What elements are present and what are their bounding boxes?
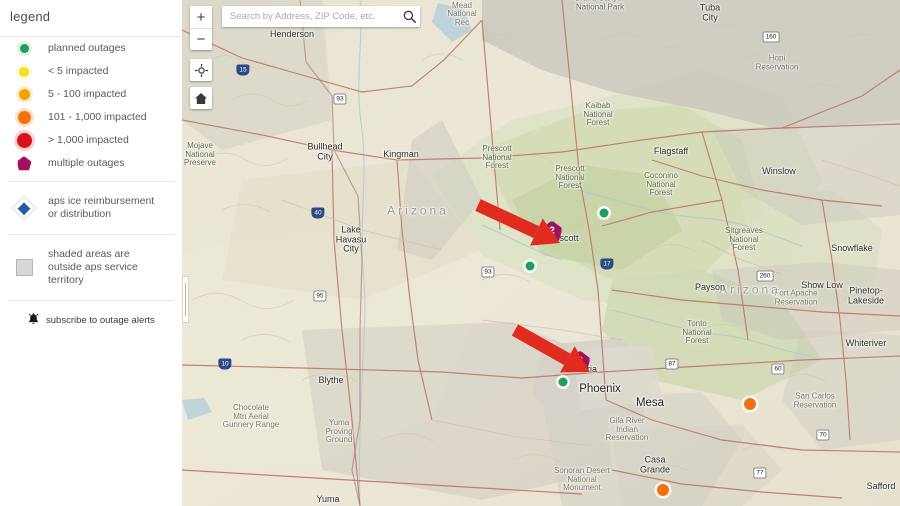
impacted-gt-1000-icon xyxy=(0,130,48,151)
legend-item-planned-outages[interactable]: planned outages xyxy=(0,37,182,60)
impacted-101-1000-icon xyxy=(0,108,48,127)
lt-5-impacted-icon xyxy=(0,63,48,80)
legend-item-label: shaded areas are outside aps service ter… xyxy=(48,248,138,286)
road-shield: 260 xyxy=(756,270,774,282)
search-input[interactable] xyxy=(222,11,398,22)
multiple-outages-icon xyxy=(0,156,48,171)
multiple-outages-icon: 2 xyxy=(541,220,563,242)
legend-item-label: planned outages xyxy=(48,42,126,54)
impacted-5-100-icon xyxy=(744,398,756,410)
impacted-5-100-icon xyxy=(657,484,669,496)
planned-outages-icon xyxy=(0,41,48,56)
zoom-controls: + − xyxy=(190,6,212,50)
road-shield: 95 xyxy=(313,290,327,302)
outage-marker-impacted-5-100[interactable] xyxy=(657,484,669,496)
road-shield: 10 xyxy=(218,358,232,370)
legend-item-shaded-areas: shaded areas are outside aps service ter… xyxy=(0,241,182,294)
legend-item-label: 5 - 100 impacted xyxy=(48,88,127,100)
legend-item-label: > 1,000 impacted xyxy=(48,134,129,146)
legend-item-5-100-impacted[interactable]: 5 - 100 impacted xyxy=(0,83,182,106)
planned-icon xyxy=(599,208,609,218)
outage-marker-multiple[interactable]: 2 xyxy=(569,350,591,372)
legend-item-gt-1000-impacted[interactable]: > 1,000 impacted xyxy=(0,129,182,152)
legend-divider xyxy=(8,234,174,235)
outage-marker-planned[interactable] xyxy=(525,261,535,271)
map-pan-handle[interactable] xyxy=(182,276,189,323)
planned-icon xyxy=(525,261,535,271)
legend-item-label: multiple outages xyxy=(48,157,125,169)
locate-button[interactable] xyxy=(190,59,212,81)
impacted-5-100-icon xyxy=(0,86,48,103)
subscribe-label: subscribe to outage alerts xyxy=(46,315,155,326)
legend-item-label: < 5 impacted xyxy=(48,65,109,77)
multiple-outages-icon: 2 xyxy=(569,350,591,372)
planned-icon xyxy=(558,377,568,387)
road-shield: 60 xyxy=(771,363,785,375)
map-viewport[interactable]: + − Search by Address, ZIP Code, etc. Mo… xyxy=(182,0,900,506)
zoom-in-button[interactable]: + xyxy=(190,6,212,28)
subscribe-to-outage-alerts-link[interactable]: subscribe to outage alerts xyxy=(0,307,182,328)
home-control xyxy=(190,87,212,109)
road-shield: 77 xyxy=(753,467,767,479)
legend-item-label: 101 - 1,000 impacted xyxy=(48,111,147,123)
home-icon xyxy=(195,92,207,104)
road-shield: 15 xyxy=(236,64,250,76)
road-shield: 87 xyxy=(665,358,679,370)
legend-item-101-1000-impacted[interactable]: 101 - 1,000 impacted xyxy=(0,106,182,129)
legend-item-label: aps ice reimbursement or distribution xyxy=(48,195,155,220)
road-shield: 93 xyxy=(333,93,347,105)
bell-icon xyxy=(28,313,39,328)
road-shield: 70 xyxy=(816,429,830,441)
road-shield: 17 xyxy=(600,258,614,270)
home-button[interactable] xyxy=(190,87,212,109)
legend-item-multiple-outages[interactable]: multiple outages xyxy=(0,152,182,175)
ice-diamond-icon xyxy=(0,195,48,221)
search-icon[interactable] xyxy=(398,6,420,27)
legend-panel: legend planned outages < 5 impacted 5 - … xyxy=(0,0,182,506)
shaded-area-swatch-icon xyxy=(0,259,48,276)
legend-divider xyxy=(8,181,174,182)
legend-divider xyxy=(8,300,174,301)
road-shield: 160 xyxy=(762,31,780,43)
outage-marker-planned[interactable] xyxy=(558,377,568,387)
locate-control xyxy=(190,59,212,81)
basemap-canvas xyxy=(182,0,900,506)
road-shield: 40 xyxy=(311,207,325,219)
zoom-out-button[interactable]: − xyxy=(190,28,212,50)
outage-marker-multiple[interactable]: 2 xyxy=(541,220,563,242)
legend-item-ice-reimbursement[interactable]: aps ice reimbursement or distribution xyxy=(0,188,182,228)
crosshair-icon xyxy=(194,63,208,77)
outage-map-app: legend planned outages < 5 impacted 5 - … xyxy=(0,0,900,506)
legend-item-lt-5-impacted[interactable]: < 5 impacted xyxy=(0,60,182,83)
legend-symbol-list: planned outages < 5 impacted 5 - 100 imp… xyxy=(0,36,182,175)
legend-title: legend xyxy=(10,9,51,24)
outage-marker-planned[interactable] xyxy=(599,208,609,218)
road-shield: 93 xyxy=(481,266,495,278)
outage-marker-impacted-5-100[interactable] xyxy=(744,398,756,410)
map-search-bar xyxy=(222,6,420,27)
